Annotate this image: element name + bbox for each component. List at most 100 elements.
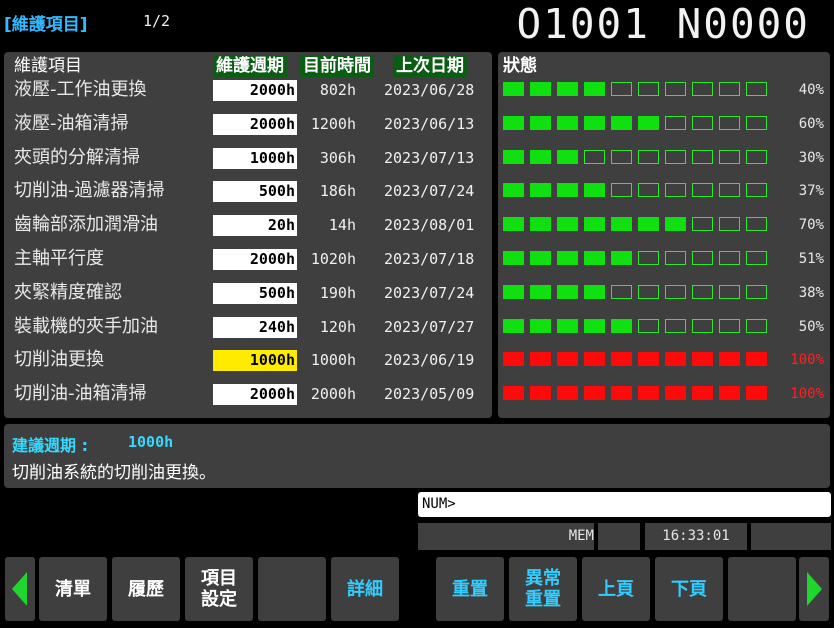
cycle-field[interactable]: 2000h	[213, 249, 297, 270]
item-name[interactable]: 主軸平行度	[14, 246, 104, 272]
cycle-field[interactable]: 2000h	[213, 113, 297, 135]
next-softkey-page-button[interactable]	[799, 557, 829, 621]
progress-segment	[557, 217, 578, 232]
progress-segment	[530, 352, 551, 367]
item-name[interactable]: 裝載機的夾手加油	[14, 314, 158, 340]
cycle-field[interactable]: 2000h	[213, 80, 297, 101]
progress-segment	[692, 82, 713, 96]
status-progress-bar	[503, 183, 767, 199]
page-down-button[interactable]: 下頁	[655, 557, 723, 621]
current-time-value: 120h	[319, 317, 356, 336]
current-time-value: 1000h	[310, 351, 356, 370]
column-header-cycle: 維護週期	[213, 55, 287, 77]
progress-segment	[530, 183, 551, 198]
progress-segment	[719, 149, 740, 164]
progress-segment	[692, 251, 713, 265]
progress-segment	[503, 386, 524, 401]
page-indicator: 1/2	[143, 12, 171, 30]
progress-segment	[692, 115, 713, 130]
progress-segment	[692, 149, 713, 164]
screen-title: [維護項目]	[4, 15, 88, 35]
progress-segment	[503, 318, 524, 333]
column-header-item: 維護項目	[14, 56, 82, 76]
detail-button[interactable]: 詳細	[331, 557, 399, 621]
page-up-button[interactable]: 上頁	[582, 557, 650, 621]
progress-segment	[692, 386, 713, 401]
progress-segment	[665, 284, 686, 299]
reset-button[interactable]: 重置	[436, 557, 504, 621]
clock: 16:33:01	[645, 523, 747, 550]
progress-segment	[638, 318, 659, 333]
cycle-field[interactable]: 20h	[213, 215, 297, 237]
status-progress-bar	[503, 251, 767, 267]
right-arrow-icon	[807, 572, 822, 606]
cycle-field[interactable]: 1000h	[213, 350, 297, 372]
cycle-field[interactable]: 500h	[213, 282, 297, 304]
progress-segment	[665, 251, 686, 265]
list-button[interactable]: 清單	[39, 557, 107, 621]
progress-segment	[557, 251, 578, 265]
progress-segment	[692, 217, 713, 232]
status-progress-bar	[503, 149, 767, 166]
item-settings-button[interactable]: 項目 設定	[185, 557, 253, 621]
progress-segment	[638, 386, 659, 401]
key-input-line[interactable]: NUM>	[418, 492, 831, 517]
blank-softkey-2[interactable]	[728, 557, 796, 621]
progress-segment	[503, 149, 524, 164]
status-percent: 37%	[798, 183, 824, 200]
item-name[interactable]: 夾頭的分解清掃	[14, 145, 140, 171]
status-progress-bar	[503, 284, 767, 301]
status-progress-bar	[503, 115, 767, 132]
status-percent: 70%	[798, 217, 824, 234]
progress-segment	[611, 318, 632, 333]
progress-segment	[665, 352, 686, 367]
item-name[interactable]: 夾緊精度確認	[14, 280, 122, 306]
cycle-field[interactable]: 1000h	[213, 147, 297, 169]
progress-segment	[530, 115, 551, 130]
alarm-reset-button[interactable]: 異常 重置	[509, 557, 577, 621]
item-name[interactable]: 液壓-工作油更換	[14, 77, 147, 103]
progress-segment	[584, 284, 605, 299]
cycle-field[interactable]: 240h	[213, 316, 297, 338]
blank-softkey-1[interactable]	[258, 557, 326, 621]
item-name[interactable]: 切削油更換	[14, 347, 104, 373]
progress-segment	[557, 318, 578, 333]
progress-segment	[503, 82, 524, 96]
column-header-current-time: 目前時間	[300, 55, 374, 77]
current-time-value: 190h	[319, 283, 356, 302]
cycle-field[interactable]: 2000h	[213, 384, 297, 406]
progress-segment	[719, 284, 740, 299]
progress-segment	[611, 217, 632, 232]
progress-segment	[530, 251, 551, 265]
status-progress-bar	[503, 386, 767, 402]
column-header-last-date: 上次日期	[393, 55, 467, 77]
progress-segment	[503, 115, 524, 130]
current-time-value: 186h	[319, 182, 356, 201]
progress-segment	[719, 251, 740, 265]
progress-segment	[611, 284, 632, 299]
last-date-value: 2023/07/27	[384, 317, 475, 336]
progress-segment	[692, 352, 713, 367]
progress-segment	[665, 183, 686, 198]
item-name[interactable]: 液壓-油箱清掃	[14, 111, 129, 137]
progress-segment	[557, 82, 578, 96]
prev-softkey-page-button[interactable]	[5, 557, 35, 621]
progress-segment	[692, 183, 713, 198]
history-button[interactable]: 履歷	[112, 557, 180, 621]
progress-segment	[557, 149, 578, 164]
progress-segment	[638, 251, 659, 265]
item-name[interactable]: 切削油-過濾器清掃	[14, 178, 165, 204]
cycle-field[interactable]: 500h	[213, 181, 297, 203]
current-time-value: 802h	[319, 81, 356, 99]
program-number: O1001 N0000	[516, 0, 810, 48]
progress-segment	[557, 183, 578, 198]
progress-segment	[530, 82, 551, 96]
current-time-value: 2000h	[310, 385, 356, 404]
last-date-value: 2023/07/24	[384, 182, 475, 201]
item-name[interactable]: 齒輪部添加潤滑油	[14, 212, 158, 238]
status-progress-bar	[503, 217, 767, 233]
status-percent: 38%	[798, 284, 824, 301]
progress-segment	[611, 386, 632, 401]
item-name[interactable]: 切削油-油箱清掃	[14, 381, 147, 407]
progress-segment	[692, 284, 713, 299]
